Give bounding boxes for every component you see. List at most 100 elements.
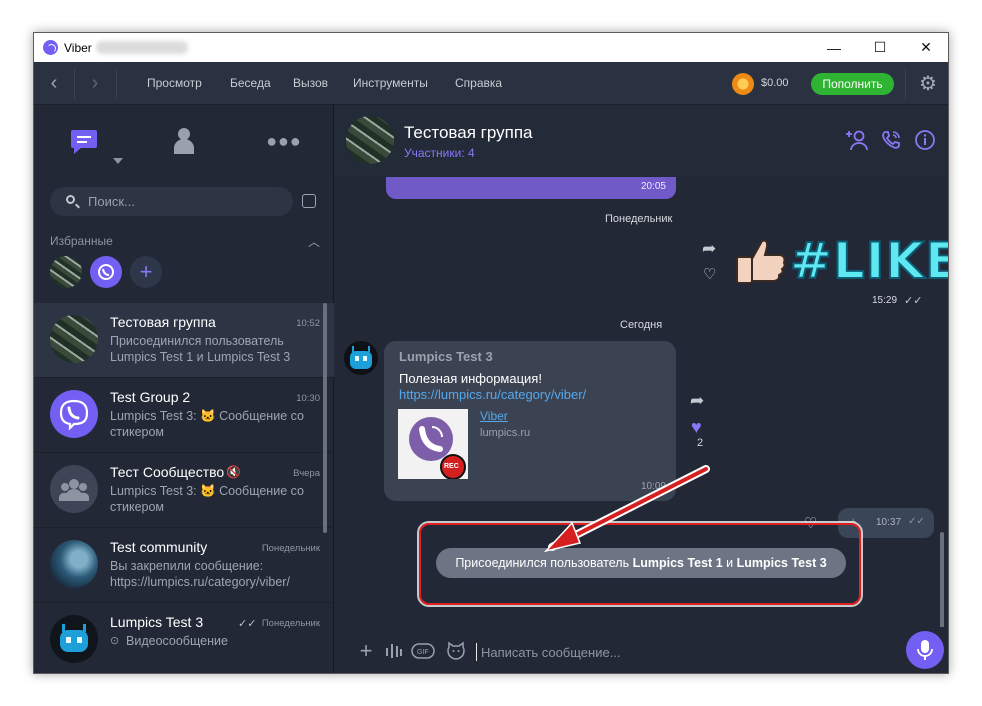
message-link[interactable]: https://lumpics.ru/category/viber/ [399, 387, 586, 402]
add-participant-icon[interactable] [844, 127, 870, 153]
date-separator: Понедельник [605, 213, 673, 225]
chat-item-test-community-ru[interactable]: Тест Сообщество 🔇 Вчера Lumpics Test 3: … [34, 453, 334, 528]
messages-area: 20:05 Понедельник ➦ ♡ #LIKE 15:29 ✓✓ Сег… [334, 177, 948, 673]
call-icon[interactable] [878, 127, 904, 153]
sidebar-scrollbar[interactable] [323, 303, 327, 533]
minimize-button[interactable]: — [811, 33, 857, 62]
compose-icon[interactable] [302, 194, 316, 208]
audio-wave-icon[interactable] [382, 639, 406, 663]
chat-preview: Lumpics Test 3: 🐱 Сообщение со стикером [110, 409, 304, 439]
viber-window: Viber — ☐ ✕ ‹ › Просмотр Беседа Вызов Ин… [33, 32, 949, 674]
chat-name: Тестовая группа [110, 314, 216, 330]
topup-button[interactable]: Пополнить [811, 73, 894, 95]
notice-user-2: Lumpics Test 3 [736, 556, 827, 570]
community-icon [59, 479, 89, 501]
viber-logo-icon [43, 40, 58, 55]
read-check-icon: ✓✓ [904, 295, 923, 307]
plus-icon[interactable]: + [354, 638, 378, 663]
divider [116, 69, 117, 99]
like-sticker[interactable]: #LIKE [732, 232, 948, 290]
chat-item-test-group-2[interactable]: Test Group 2 10:30 Lumpics Test 3: 🐱 Соо… [34, 378, 334, 453]
avatar [50, 615, 98, 663]
forward-button[interactable]: › [75, 62, 115, 105]
chats-tab[interactable] [64, 121, 104, 161]
chat-preview: Lumpics Test 3: 🐱 Сообщение со стикером [110, 484, 304, 514]
chat-panel: Тестовая группа Участники: 4 20:05 Понед… [334, 105, 948, 673]
chat-item-test-group[interactable]: Тестовая группа 10:52 Присоединился поль… [34, 303, 334, 378]
link-preview-title[interactable]: Viber [480, 409, 508, 423]
chat-list: Тестовая группа 10:52 Присоединился поль… [34, 303, 334, 673]
menu-bar: ‹ › Просмотр Беседа Вызов Инструменты Сп… [34, 62, 948, 105]
chat-name: Test community [110, 539, 208, 555]
avatar [50, 390, 98, 438]
chat-item-lumpics-test-3[interactable]: Lumpics Test 3 ✓✓ Понедельник ⊙ Видеосоо… [34, 603, 334, 673]
contacts-tab[interactable] [164, 121, 204, 161]
message-input[interactable] [481, 640, 881, 664]
gear-icon[interactable]: ⚙ [906, 62, 948, 105]
chat-bubble-icon [71, 130, 97, 154]
balance-value: $0.00 [761, 77, 789, 89]
search-input[interactable]: Поиск... [50, 187, 293, 216]
chat-name: Lumpics Test 3 [110, 614, 204, 630]
favorites-label: Избранные [50, 234, 113, 248]
link-preview-thumbnail[interactable]: REC [398, 409, 468, 480]
microphone-button[interactable] [906, 631, 944, 669]
message-bubble[interactable]: Lumpics Test 3 Полезная информация! http… [384, 341, 676, 501]
chat-time: Вчера [293, 468, 320, 479]
favorite-group-avatar[interactable] [50, 256, 82, 288]
members-count[interactable]: Участники: 4 [404, 146, 475, 160]
share-icon[interactable]: ➦ [690, 391, 704, 411]
liked-heart-icon[interactable]: ♥ [691, 417, 702, 438]
sender-avatar[interactable] [344, 341, 378, 375]
search-icon [66, 195, 75, 204]
chat-time: 10:52 [296, 318, 320, 329]
thumbs-up-icon [736, 239, 786, 284]
message-sender: Lumpics Test 3 [399, 349, 493, 364]
favorite-viber-avatar[interactable] [90, 256, 122, 288]
chat-item-test-community[interactable]: Test community Понедельник Вы закрепили … [34, 528, 334, 603]
menu-call[interactable]: Вызов [293, 76, 328, 90]
like-heart-icon[interactable]: ♡ [703, 265, 716, 283]
back-button[interactable]: ‹ [34, 62, 74, 105]
title-bar: Viber — ☐ ✕ [34, 33, 948, 62]
chat-name: Тест Сообщество [110, 464, 225, 480]
close-button[interactable]: ✕ [903, 33, 948, 62]
blurred-account-name [96, 41, 188, 54]
add-favorite-button[interactable]: + [130, 256, 162, 288]
chat-preview: Вы закрепили сообщение: https://lumpics.… [110, 559, 290, 589]
chat-time: Понедельник [261, 618, 320, 629]
chevron-up-icon[interactable]: ︿ [308, 233, 320, 250]
menu-conversation[interactable]: Беседа [230, 76, 271, 90]
robot-icon [60, 624, 88, 652]
message-time: 15:29 [872, 295, 898, 306]
message-input-bar: + GIF [334, 627, 948, 673]
sticker-icon[interactable] [444, 639, 468, 663]
gif-icon[interactable]: GIF [410, 639, 438, 663]
search-placeholder: Поиск... [88, 194, 135, 209]
avatar [50, 315, 98, 363]
more-tab[interactable]: ●●● [264, 121, 304, 161]
avatar [50, 465, 98, 513]
group-avatar[interactable] [346, 116, 394, 164]
system-notice: Присоединился пользователь Lumpics Test … [436, 548, 846, 578]
robot-icon [350, 346, 372, 369]
chat-header: Тестовая группа Участники: 4 [334, 105, 948, 177]
notice-conjunction: и [722, 556, 737, 570]
previous-message-bubble[interactable]: 20:05 [386, 177, 676, 199]
group-title[interactable]: Тестовая группа [404, 123, 533, 143]
menu-view[interactable]: Просмотр [147, 76, 202, 90]
chat-preview: Видеосообщение [126, 634, 228, 648]
chat-time: 10:30 [296, 393, 320, 404]
maximize-button[interactable]: ☐ [857, 33, 903, 62]
chevron-down-icon[interactable] [113, 158, 123, 164]
info-icon[interactable] [912, 127, 938, 153]
play-icon: ⊙ [110, 635, 120, 647]
notice-prefix: Присоединился пользователь [455, 556, 633, 570]
menu-tools[interactable]: Инструменты [353, 76, 428, 90]
avatar [50, 540, 98, 588]
share-icon[interactable]: ➦ [702, 239, 716, 259]
chat-time: Понедельник [261, 543, 320, 554]
link-preview-host: lumpics.ru [480, 427, 531, 439]
muted-icon: 🔇 [226, 465, 241, 479]
menu-help[interactable]: Справка [455, 76, 502, 90]
